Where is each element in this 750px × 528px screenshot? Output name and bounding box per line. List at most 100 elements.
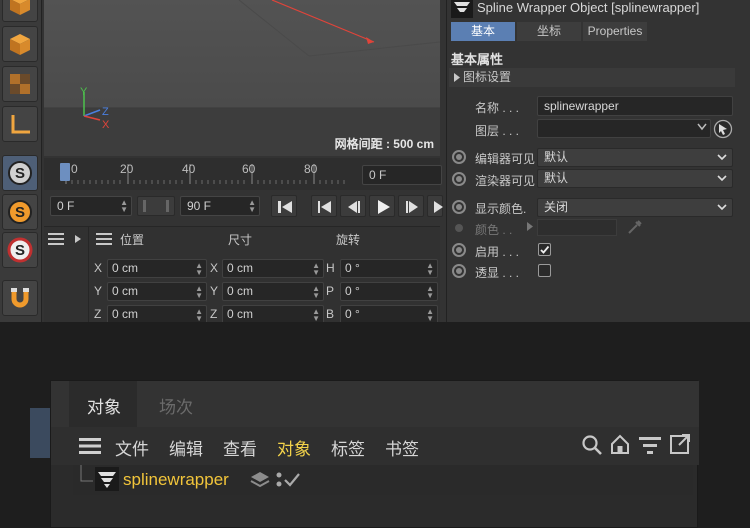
hamburger-icon[interactable] [48,233,64,245]
next-frame-icon [406,201,418,213]
axis-y-label: Y [80,86,88,98]
coordinates-panel: 位置 尺寸 旋转 X 0 cm ▲ ▼ X 0 cm ▲ ▼ H 0 ° ▲ ▼ Y 0 c… [44,226,440,322]
svg-text:S: S [15,242,25,259]
rot-axis-label: B [326,307,335,321]
name-field[interactable]: splinewrapper [537,96,733,116]
size-x-field[interactable]: 0 cm ▲ ▼ [222,259,324,278]
editor-visible-radio[interactable] [452,150,466,164]
snap-settings-button[interactable]: S [2,232,38,268]
3d-viewport[interactable]: Y Z X 网格间距 : 500 cm [44,0,440,156]
pos-y-field[interactable]: 0 cm ▲ ▼ [107,282,207,301]
menu-object[interactable]: 对象 [277,435,311,460]
chevron-down-icon[interactable] [697,123,707,131]
menu-view[interactable]: 查看 [223,435,257,460]
cube-primitive-button[interactable] [2,26,38,62]
tree-line [80,465,93,482]
size-axis-label: Y [210,284,219,298]
size-z-field[interactable]: 0 cm ▲ ▼ [222,305,324,322]
menu-bookmarks[interactable]: 书签 [385,435,419,460]
tab-properties[interactable]: Properties [583,22,647,41]
transparency-radio[interactable] [452,264,466,278]
editor-visible-value: 默认 [544,150,569,164]
tick-label: 80 [304,162,318,176]
rot-b-field[interactable]: 0 ° ▲ ▼ [340,305,438,322]
stepper-icon[interactable]: ▲ ▼ [195,262,203,277]
start-frame-value: 0 F [57,199,75,213]
attribute-title: Spline Wrapper Object [splinewrapper] [477,0,700,15]
tab-basic[interactable]: 基本 [451,22,515,41]
enabled-radio[interactable] [452,243,466,257]
tab-takes[interactable]: 场次 [159,393,193,418]
layer-field[interactable] [537,119,711,138]
enabled-checkbox[interactable] [538,243,551,256]
play-button[interactable] [369,195,395,217]
stepper-icon[interactable]: ▲ ▼ [120,199,128,214]
rot-h-field[interactable]: 0 ° ▲ ▼ [340,259,438,278]
start-frame-field[interactable]: 0 F ▲ ▼ [50,196,132,216]
go-to-start-button[interactable] [271,195,297,217]
magnet-tool-button[interactable] [2,280,38,316]
render-visible-dropdown[interactable]: 默认 [537,169,733,188]
tab-objects[interactable]: 对象 [87,393,121,418]
filter-icon[interactable] [639,435,661,455]
editor-visible-dropdown[interactable]: 默认 [537,148,733,167]
new-window-icon[interactable] [669,433,691,455]
stepper-icon[interactable]: ▲ ▼ [426,308,434,323]
tab-coords[interactable]: 坐标 [517,22,581,41]
visibility-check-icon[interactable] [275,470,301,490]
object-list-row[interactable]: splinewrapper [73,465,693,495]
object-name[interactable]: splinewrapper [123,470,229,490]
size-y-field[interactable]: 0 cm ▲ ▼ [222,282,324,301]
icon-settings-group[interactable]: 图标设置 [449,68,735,87]
menu-edit[interactable]: 编辑 [169,435,203,460]
size-axis-label: X [210,261,219,275]
display-color-radio[interactable] [452,200,466,214]
stepper-icon[interactable]: ▲ ▼ [312,308,320,323]
slider-grip-left [143,200,146,212]
pos-z-field[interactable]: 0 cm ▲ ▼ [107,305,207,322]
timeline-playhead[interactable] [60,163,70,181]
search-icon[interactable] [581,434,603,456]
menu-file[interactable]: 文件 [115,435,149,460]
stepper-icon[interactable]: ▲ ▼ [426,285,434,300]
stepper-icon[interactable]: ▲ ▼ [195,285,203,300]
next-frame-button[interactable] [398,195,424,217]
layers-icon[interactable] [249,470,271,490]
pos-y-value: 0 cm [112,284,139,298]
preview-range-slider[interactable] [137,196,175,216]
rot-p-field[interactable]: 0 ° ▲ ▼ [340,282,438,301]
home-icon[interactable] [609,433,631,455]
axis-icon [11,115,30,134]
stepper-icon[interactable]: ▲ ▼ [195,308,203,323]
hamburger-icon[interactable] [79,438,101,454]
skip-start-icon [278,201,292,213]
axis-x-label: X [102,119,110,131]
hamburger-icon[interactable] [96,233,112,245]
end-frame-field[interactable]: 90 F ▲ ▼ [180,196,260,216]
pos-x-field[interactable]: 0 cm ▲ ▼ [107,259,207,278]
prev-frame-button[interactable] [340,195,366,217]
cube-tool-button[interactable] [2,0,38,22]
attribute-manager: Spline Wrapper Object [splinewrapper] 基本… [446,0,750,322]
display-color-dropdown[interactable]: 关闭 [537,198,733,217]
next-key-icon [434,201,443,213]
next-key-button[interactable] [427,195,443,217]
texture-tool-button[interactable] [2,66,38,102]
stepper-icon[interactable]: ▲ ▼ [248,199,256,214]
menu-tags[interactable]: 标签 [331,435,365,460]
stepper-icon[interactable]: ▲ ▼ [312,262,320,277]
caret-right-icon [527,222,533,231]
pos-axis-label: X [94,261,103,275]
layer-pick-icon[interactable] [713,119,733,139]
axis-tool-button[interactable] [2,106,38,142]
stepper-icon[interactable]: ▲ ▼ [312,285,320,300]
caret-right-icon[interactable] [74,234,82,244]
spline-wrapper-icon [451,0,473,18]
current-frame-field[interactable]: 0 F [362,165,442,185]
snap-tool-button[interactable]: S [2,155,38,191]
prev-key-button[interactable] [311,195,337,217]
snap-enable-button[interactable]: S [2,194,38,230]
transparency-checkbox[interactable] [538,264,551,277]
render-visible-radio[interactable] [452,172,466,186]
stepper-icon[interactable]: ▲ ▼ [426,262,434,277]
